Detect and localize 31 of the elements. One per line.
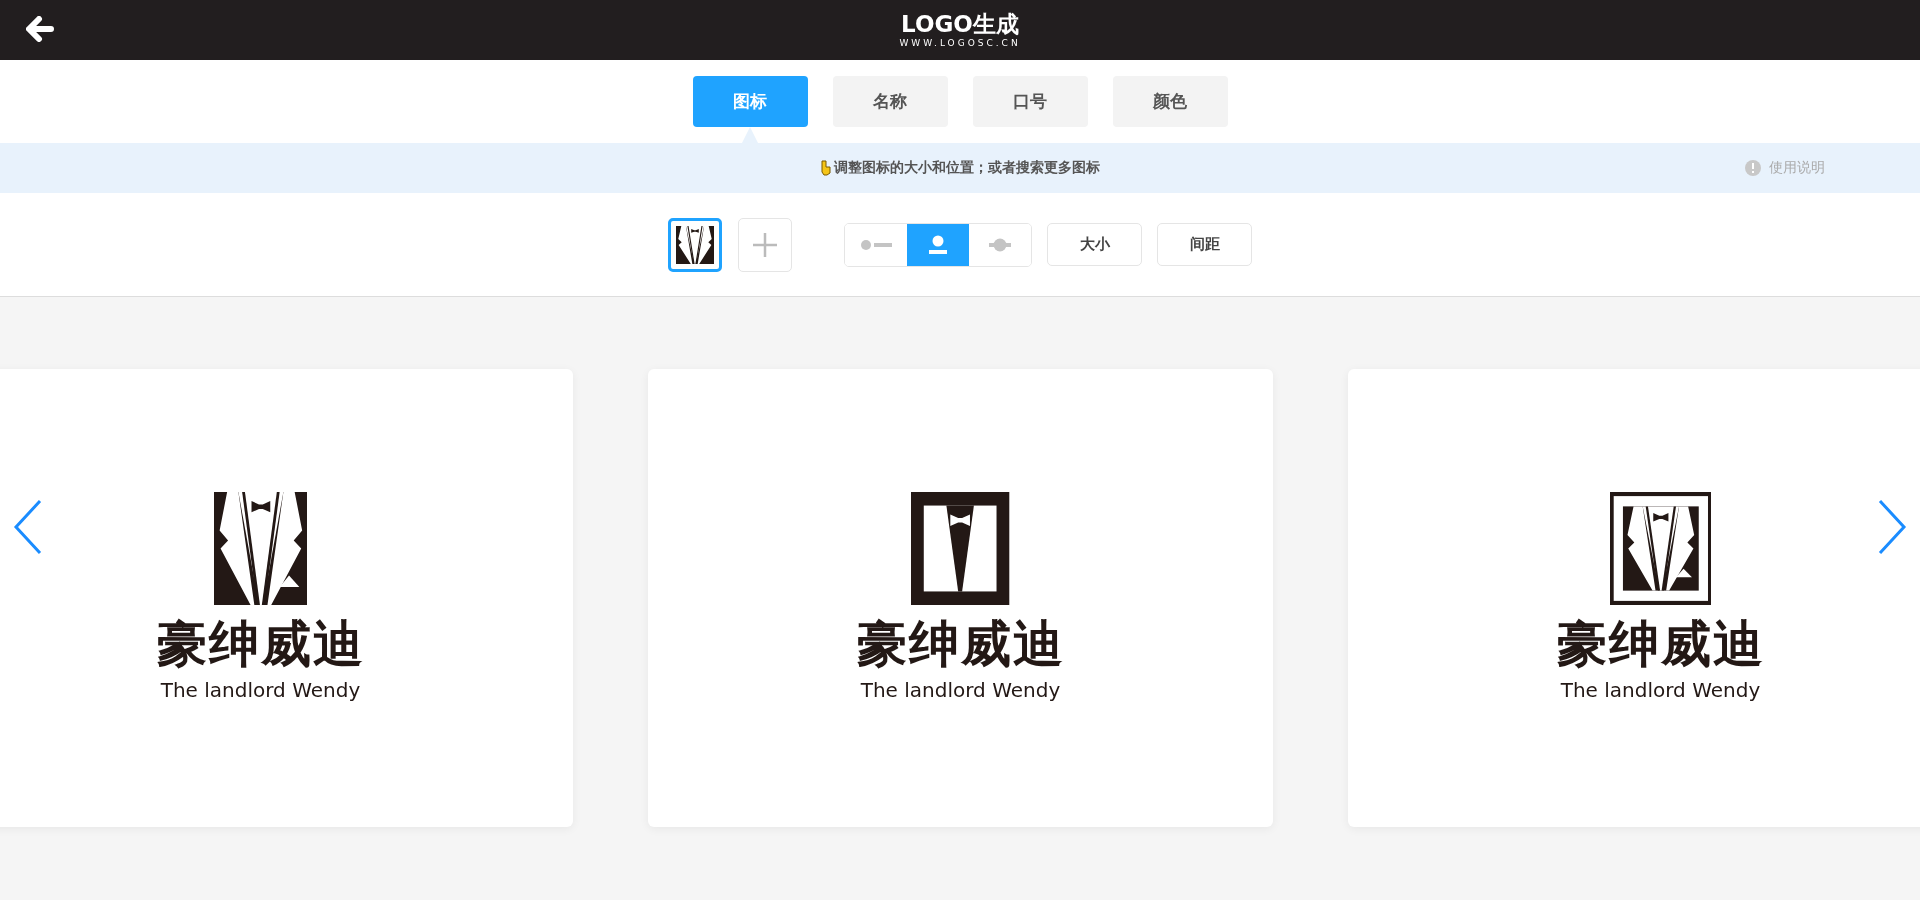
logo-slogan: The landlord Wendy: [1560, 677, 1761, 703]
plus-icon: [753, 232, 777, 257]
layout-icon: [860, 238, 892, 251]
hint-text: 调整图标的大小和位置；或者搜索更多图标: [834, 159, 1100, 177]
logo-title: LOGO生成: [901, 11, 1019, 37]
logo-card[interactable]: 豪绅威迪 The landlord Wendy: [648, 369, 1273, 827]
logo-name: 豪绅威迪: [856, 615, 1065, 673]
layout-option[interactable]: [907, 223, 969, 266]
logo-url: WWW.LOGOSC.CN: [899, 37, 1021, 49]
info-icon: [1745, 160, 1761, 176]
tuxedo-icon: [676, 225, 714, 264]
tuxedo-logo-icon: [1609, 492, 1712, 605]
tab[interactable]: 口号: [972, 76, 1088, 127]
logo-card[interactable]: 豪绅威迪 The landlord Wendy: [0, 369, 573, 827]
pointing-hand-icon: [820, 160, 832, 176]
tab[interactable]: 名称: [832, 76, 948, 127]
toolbar-button[interactable]: 大小: [1047, 223, 1142, 266]
toolbar-button[interactable]: 间距: [1157, 223, 1252, 266]
layout-icon: [929, 234, 947, 255]
logo-slogan: The landlord Wendy: [860, 677, 1061, 703]
selected-icon-thumbnail[interactable]: [668, 217, 722, 272]
tab[interactable]: 颜色: [1112, 76, 1228, 127]
back-arrow-icon: [26, 15, 54, 42]
logo-slogan: The landlord Wendy: [160, 677, 361, 703]
logo-card[interactable]: 豪绅威迪 The landlord Wendy: [1348, 369, 1920, 827]
add-icon-button[interactable]: [738, 217, 792, 272]
logo-name: 豪绅威迪: [1556, 615, 1765, 673]
tuxedo-logo-icon: [213, 492, 308, 605]
logo-name: 豪绅威迪: [156, 615, 365, 673]
tuxedo-logo-icon: [911, 492, 1010, 605]
layout-icon: [989, 237, 1011, 252]
